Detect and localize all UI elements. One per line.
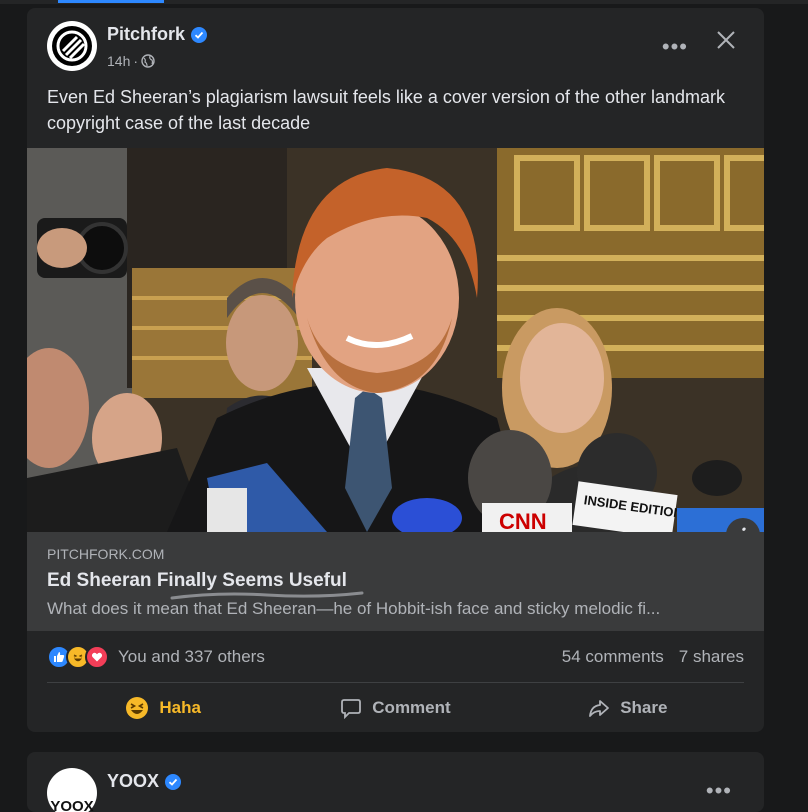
share-button[interactable]: Share bbox=[512, 690, 744, 726]
haha-icon bbox=[125, 696, 149, 720]
link-preview[interactable]: PITCHFORK.COM Ed Sheeran Finally Seems U… bbox=[27, 532, 764, 631]
page-name[interactable]: Pitchfork bbox=[107, 24, 207, 45]
page-name-text[interactable]: Pitchfork bbox=[107, 24, 185, 45]
page-name-text[interactable]: YOOX bbox=[107, 771, 159, 792]
feed-post: Pitchfork 14h · ••• Even Ed Sheeran’s pl… bbox=[27, 8, 764, 732]
comment-label: Comment bbox=[372, 698, 450, 718]
verified-badge-icon bbox=[165, 774, 181, 790]
haha-label: Haha bbox=[159, 698, 201, 718]
pitchfork-logo-icon bbox=[50, 24, 94, 68]
post-meta: 14h · bbox=[107, 53, 155, 69]
comment-button[interactable]: Comment bbox=[279, 690, 511, 726]
reaction-count[interactable]: You and 337 others bbox=[118, 647, 265, 667]
link-title[interactable]: Ed Sheeran Finally Seems Useful bbox=[47, 570, 347, 592]
link-domain: PITCHFORK.COM bbox=[47, 546, 164, 562]
link-description: What does it mean that Ed Sheeran—he of … bbox=[47, 599, 660, 619]
post-actions: Haha Comment Share bbox=[47, 690, 744, 726]
post-caption: Even Ed Sheeran’s plagiarism lawsuit fee… bbox=[47, 84, 747, 136]
more-options-icon[interactable]: ••• bbox=[706, 778, 732, 804]
pitchfork-avatar[interactable] bbox=[47, 21, 97, 71]
post-time[interactable]: 14h bbox=[107, 53, 130, 69]
close-icon[interactable] bbox=[716, 30, 736, 55]
divider bbox=[47, 682, 744, 683]
share-icon bbox=[588, 697, 610, 719]
comment-icon bbox=[340, 697, 362, 719]
meta-separator: · bbox=[133, 53, 138, 69]
shares-count[interactable]: 7 shares bbox=[679, 647, 744, 667]
verified-badge-icon bbox=[191, 27, 207, 43]
top-navigation-bar bbox=[0, 0, 808, 4]
love-icon bbox=[85, 645, 109, 669]
more-options-icon[interactable]: ••• bbox=[662, 34, 688, 60]
press-conference-image: CNN INSIDE EDITION bbox=[27, 148, 764, 532]
globe-icon bbox=[141, 54, 155, 68]
post-photo[interactable]: CNN INSIDE EDITION i bbox=[27, 148, 764, 532]
comments-count[interactable]: 54 comments bbox=[562, 647, 664, 667]
next-feed-post: YOOX YOOX ••• bbox=[27, 752, 764, 812]
active-tab-indicator bbox=[58, 0, 164, 3]
cnn-sign: CNN bbox=[499, 509, 547, 532]
engagement-counts: 54 comments 7 shares bbox=[562, 647, 744, 667]
yoox-avatar[interactable]: YOOX bbox=[47, 768, 97, 812]
yoox-avatar-text: YOOX bbox=[50, 798, 93, 812]
share-label: Share bbox=[620, 698, 667, 718]
page-name[interactable]: YOOX bbox=[107, 771, 181, 792]
haha-reaction-button[interactable]: Haha bbox=[47, 690, 279, 726]
reaction-summary[interactable]: You and 337 others bbox=[47, 645, 265, 669]
